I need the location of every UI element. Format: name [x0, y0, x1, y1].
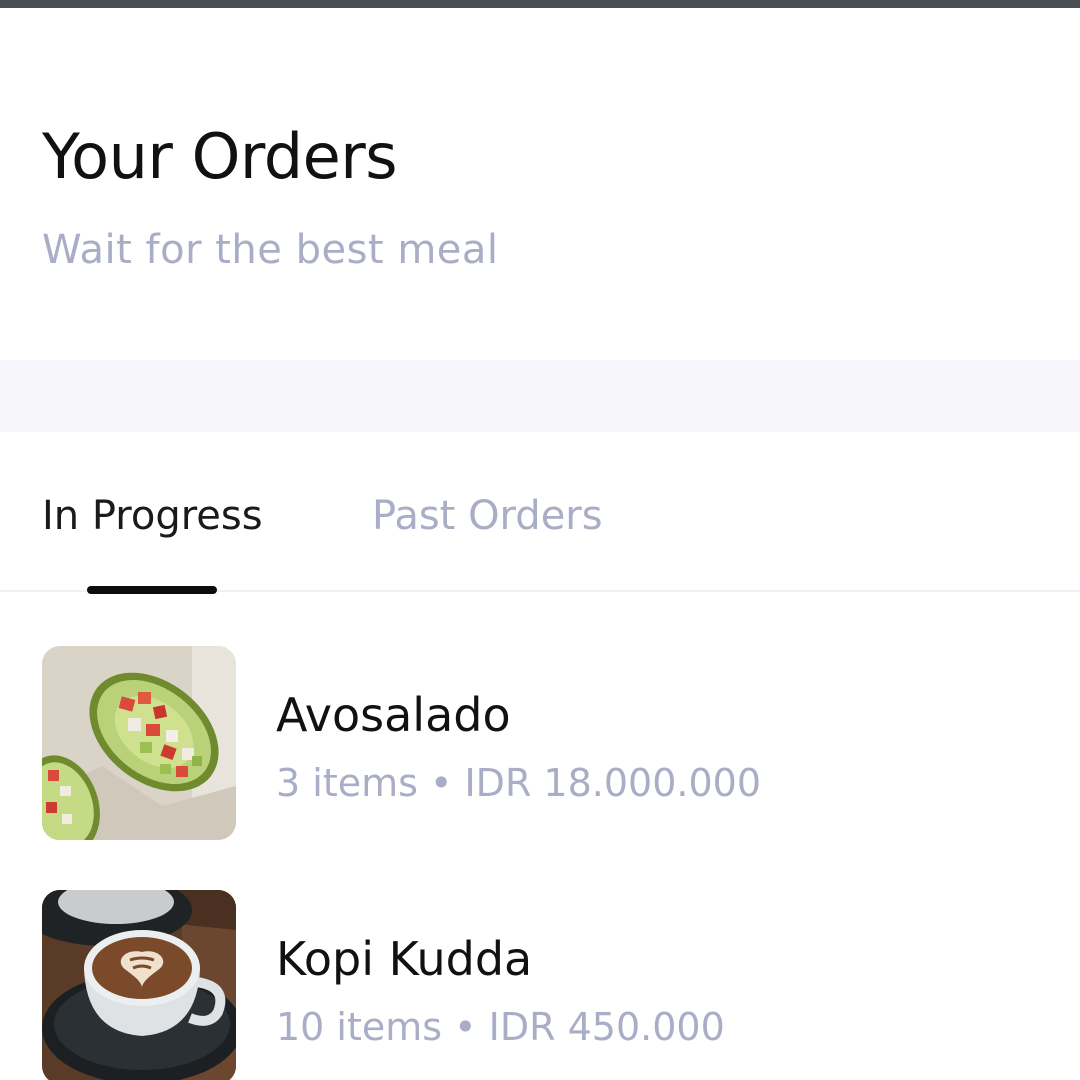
- order-item-avosalado[interactable]: Avosalado 3 items • IDR 18.000.000: [0, 646, 1080, 842]
- top-strip: [0, 0, 1080, 8]
- page-subtitle: Wait for the best meal: [42, 227, 499, 273]
- order-item-kopi-kudda[interactable]: Kopi Kudda 10 items • IDR 450.000: [0, 890, 1080, 1080]
- active-tab-indicator: [87, 586, 217, 594]
- tab-in-progress[interactable]: In Progress: [42, 496, 263, 536]
- section-separator: [0, 360, 1080, 432]
- latte-coffee-thumbnail: [42, 890, 236, 1080]
- order-name: Kopi Kudda: [276, 932, 533, 986]
- tab-past-orders[interactable]: Past Orders: [372, 496, 603, 536]
- order-meta: 3 items • IDR 18.000.000: [276, 761, 762, 805]
- order-tabs: In Progress Past Orders: [0, 432, 1080, 594]
- avocado-salad-thumbnail: [42, 646, 236, 840]
- order-name: Avosalado: [276, 688, 511, 742]
- page-title: Your Orders: [42, 120, 398, 193]
- order-meta: 10 items • IDR 450.000: [276, 1005, 725, 1049]
- page-header: Your Orders Wait for the best meal: [0, 8, 1080, 360]
